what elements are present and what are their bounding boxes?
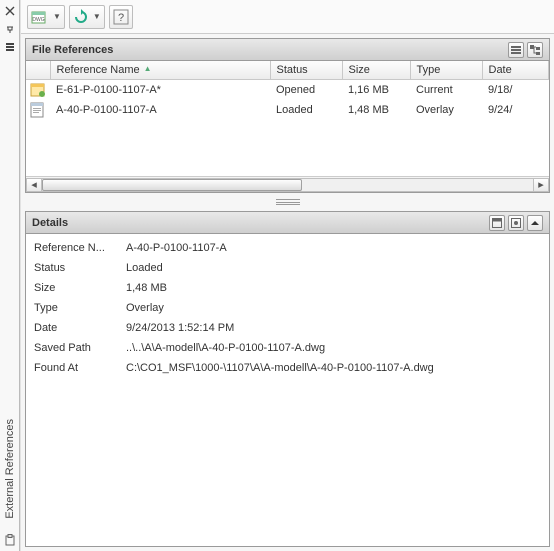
menu-icon[interactable] bbox=[3, 40, 17, 54]
details-row: StatusLoaded bbox=[26, 258, 549, 278]
scroll-left-icon[interactable]: ◂ bbox=[26, 178, 42, 192]
svg-text:?: ? bbox=[118, 12, 124, 24]
horizontal-scrollbar[interactable]: ◂ ▸ bbox=[26, 176, 549, 192]
details-value: Loaded bbox=[126, 262, 541, 274]
details-title: Details bbox=[32, 217, 68, 229]
details-row: Date9/24/2013 1:52:14 PM bbox=[26, 318, 549, 338]
column-size[interactable]: Size bbox=[342, 61, 410, 80]
file-references-header: File References bbox=[26, 39, 549, 61]
details-header: Details bbox=[26, 212, 549, 234]
file-references-table: Reference Name▲ Status Size Type Date E-… bbox=[26, 61, 549, 176]
help-button[interactable]: ? bbox=[109, 5, 133, 29]
sort-ascending-icon: ▲ bbox=[144, 64, 152, 73]
row-icon bbox=[26, 100, 50, 120]
column-status[interactable]: Status bbox=[270, 61, 342, 80]
details-view-button[interactable] bbox=[489, 215, 505, 231]
details-value: A-40-P-0100-1107-A bbox=[126, 242, 541, 254]
cell-size: 1,16 MB bbox=[342, 80, 410, 101]
details-key: Reference N... bbox=[34, 242, 126, 254]
details-key: Found At bbox=[34, 362, 126, 374]
details-value: ..\..\A\A-modell\A-40-P-0100-1107-A.dwg bbox=[126, 342, 541, 354]
cell-size: 1,48 MB bbox=[342, 100, 410, 120]
cell-reference-name: E-61-P-0100-1107-A* bbox=[50, 80, 270, 101]
cell-status: Loaded bbox=[270, 100, 342, 120]
details-key: Saved Path bbox=[34, 342, 126, 354]
list-view-button[interactable] bbox=[508, 42, 524, 58]
details-row: TypeOverlay bbox=[26, 298, 549, 318]
cell-reference-name: A-40-P-0100-1107-A bbox=[50, 100, 270, 120]
attach-button[interactable]: DWG ▼ bbox=[27, 5, 65, 29]
details-key: Size bbox=[34, 282, 126, 294]
cell-status: Opened bbox=[270, 80, 342, 101]
column-reference-name[interactable]: Reference Name▲ bbox=[50, 61, 270, 80]
tree-view-button[interactable] bbox=[527, 42, 543, 58]
chevron-down-icon: ▼ bbox=[93, 12, 101, 21]
details-row: Found AtC:\CO1_MSF\1000-\1107\A\A-modell… bbox=[26, 358, 549, 378]
splitter[interactable] bbox=[21, 197, 554, 207]
cell-date: 9/24/ bbox=[482, 100, 549, 120]
details-key: Type bbox=[34, 302, 126, 314]
details-key: Date bbox=[34, 322, 126, 334]
column-type[interactable]: Type bbox=[410, 61, 482, 80]
file-references-title: File References bbox=[32, 44, 113, 56]
table-row[interactable]: A-40-P-0100-1107-ALoaded1,48 MBOverlay9/… bbox=[26, 100, 549, 120]
details-key: Status bbox=[34, 262, 126, 274]
scroll-track[interactable] bbox=[42, 178, 533, 192]
details-value: 9/24/2013 1:52:14 PM bbox=[126, 322, 541, 334]
column-icon[interactable] bbox=[26, 61, 50, 80]
scroll-right-icon[interactable]: ▸ bbox=[533, 178, 549, 192]
collapse-button[interactable] bbox=[527, 215, 543, 231]
details-row: Size1,48 MB bbox=[26, 278, 549, 298]
close-icon[interactable] bbox=[3, 4, 17, 18]
details-section: Details Reference N...A-40-P-0100-1107-A… bbox=[25, 211, 550, 547]
cell-type: Overlay bbox=[410, 100, 482, 120]
column-header-row: Reference Name▲ Status Size Type Date bbox=[26, 61, 549, 80]
external-references-panel: DWG ▼ ▼ ? File References bbox=[20, 0, 554, 551]
details-value: C:\CO1_MSF\1000-\1107\A\A-modell\A-40-P-… bbox=[126, 362, 541, 374]
column-date[interactable]: Date bbox=[482, 61, 549, 80]
row-icon bbox=[26, 80, 50, 101]
clipboard-icon[interactable] bbox=[3, 533, 17, 547]
details-value: Overlay bbox=[126, 302, 541, 314]
details-row: Saved Path..\..\A\A-modell\A-40-P-0100-1… bbox=[26, 338, 549, 358]
chevron-down-icon: ▼ bbox=[53, 12, 61, 21]
cell-date: 9/18/ bbox=[482, 80, 549, 101]
pin-icon[interactable] bbox=[3, 22, 17, 36]
refresh-button[interactable]: ▼ bbox=[69, 5, 105, 29]
details-value: 1,48 MB bbox=[126, 282, 541, 294]
details-row: Reference N...A-40-P-0100-1107-A bbox=[26, 238, 549, 258]
svg-text:DWG: DWG bbox=[32, 17, 44, 23]
preview-view-button[interactable] bbox=[508, 215, 524, 231]
dock-rail: External References bbox=[0, 0, 20, 551]
scroll-thumb[interactable] bbox=[42, 179, 302, 191]
palette-title: External References bbox=[4, 419, 16, 519]
table-row[interactable]: E-61-P-0100-1107-A*Opened1,16 MBCurrent9… bbox=[26, 80, 549, 101]
file-references-section: File References Reference Name▲ Status bbox=[25, 38, 550, 193]
details-body: Reference N...A-40-P-0100-1107-AStatusLo… bbox=[26, 234, 549, 546]
toolbar: DWG ▼ ▼ ? bbox=[21, 0, 554, 34]
cell-type: Current bbox=[410, 80, 482, 101]
